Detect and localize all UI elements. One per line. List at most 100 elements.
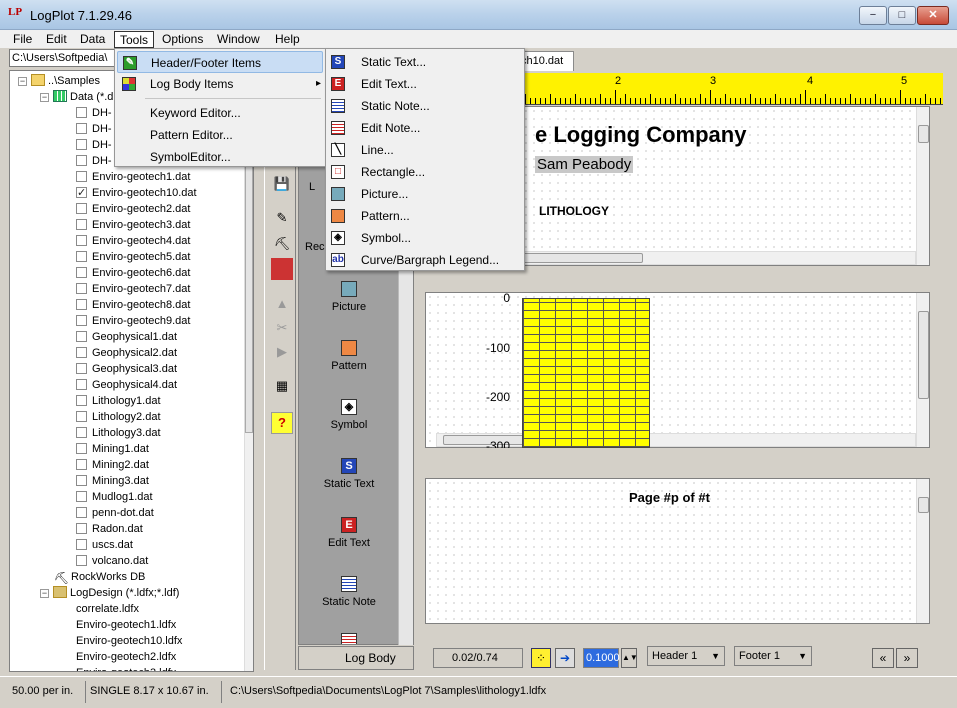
help-icon[interactable]: ? xyxy=(271,412,293,434)
menu-edit[interactable]: Edit xyxy=(41,31,72,48)
footer-vscrollbar[interactable] xyxy=(916,479,929,623)
file-checkbox[interactable] xyxy=(76,411,87,422)
file-checkbox[interactable] xyxy=(76,555,87,566)
file-checkbox[interactable] xyxy=(76,185,87,201)
tree-data-file[interactable]: Enviro-geotech10.dat xyxy=(76,185,197,201)
tree-data-file[interactable]: DH- xyxy=(76,105,112,121)
grid-toggle-icon[interactable]: ⁘ xyxy=(531,648,551,668)
file-checkbox[interactable] xyxy=(76,139,87,150)
tree-data-folder[interactable]: − Data (*.d xyxy=(40,89,113,105)
tree-data-file[interactable]: Lithology2.dat xyxy=(76,409,161,425)
tree-data-file[interactable]: Enviro-geotech5.dat xyxy=(76,249,190,265)
tree-data-file[interactable]: Enviro-geotech6.dat xyxy=(76,265,190,281)
file-checkbox[interactable] xyxy=(76,219,87,230)
file-checkbox[interactable] xyxy=(76,235,87,246)
scroll-thumb[interactable] xyxy=(918,497,929,513)
menu-tools[interactable]: Tools xyxy=(114,31,155,48)
menu-item-log-body[interactable]: Log Body Items ▸ xyxy=(117,73,323,95)
tree-data-file[interactable]: Enviro-geotech1.dat xyxy=(76,169,190,185)
edit-design-icon[interactable]: ✎ xyxy=(271,208,293,230)
file-checkbox[interactable] xyxy=(76,251,87,262)
file-checkbox[interactable] xyxy=(76,427,87,438)
menu-item-symbol-editor[interactable]: SymbolEditor... xyxy=(117,146,323,168)
tree-data-file[interactable]: volcano.dat xyxy=(76,553,148,569)
tree-data-file[interactable]: Geophysical2.dat xyxy=(76,345,177,361)
tree-design-file[interactable]: Enviro-geotech2.ldfx xyxy=(76,649,176,665)
submenu-item[interactable]: E Edit Text... xyxy=(328,73,522,95)
pickaxe-tool-icon[interactable]: ⛏ xyxy=(271,234,293,256)
tree-data-file[interactable]: Enviro-geotech3.dat xyxy=(76,217,190,233)
tree-data-file[interactable]: Geophysical1.dat xyxy=(76,329,177,345)
submenu-item[interactable]: Static Note... xyxy=(328,95,522,117)
tree-data-file[interactable]: Lithology1.dat xyxy=(76,393,161,409)
menu-item-keyword-editor[interactable]: Keyword Editor... xyxy=(117,102,323,124)
lithology-pattern-column[interactable] xyxy=(522,298,650,448)
file-checkbox[interactable] xyxy=(76,523,87,534)
submenu-item[interactable]: Pattern... xyxy=(328,205,522,227)
palette-item-static-text[interactable]: S Static Text xyxy=(299,458,399,490)
menu-window[interactable]: Window xyxy=(212,31,265,48)
tree-design-file[interactable]: Enviro-geotech1.ldfx xyxy=(76,617,176,633)
log-body-pane[interactable] xyxy=(425,292,930,448)
header-vscrollbar[interactable] xyxy=(916,107,929,265)
file-checkbox[interactable] xyxy=(76,443,87,454)
file-checkbox[interactable] xyxy=(76,123,87,134)
file-checkbox[interactable] xyxy=(76,395,87,406)
menu-item-pattern-editor[interactable]: Pattern Editor... xyxy=(117,124,323,146)
submenu-item[interactable]: S Static Text... xyxy=(328,51,522,73)
file-checkbox[interactable] xyxy=(76,331,87,342)
tree-data-file[interactable]: Enviro-geotech4.dat xyxy=(76,233,190,249)
tree-data-file[interactable]: Geophysical4.dat xyxy=(76,377,177,393)
zoom-field[interactable]: 0.1000 xyxy=(583,648,620,668)
submenu-item[interactable]: Picture... xyxy=(328,183,522,205)
file-checkbox[interactable] xyxy=(76,203,87,214)
menu-help[interactable]: Help xyxy=(270,31,305,48)
submenu-item[interactable]: ◈ Symbol... xyxy=(328,227,522,249)
tree-design-file[interactable]: Enviro-geotech3.ldfx xyxy=(76,665,176,671)
menu-item-header-footer[interactable]: ✎ Header/Footer Items xyxy=(117,51,323,73)
tree-rockworks-db[interactable]: ⛏ RockWorks DB xyxy=(54,569,145,585)
palette-item-picture[interactable]: Picture xyxy=(299,281,399,313)
palette-item-pattern[interactable]: Pattern xyxy=(299,340,399,372)
file-checkbox[interactable] xyxy=(76,459,87,470)
file-checkbox[interactable] xyxy=(76,507,87,518)
palette-item-static-note[interactable]: Static Note xyxy=(299,576,399,608)
file-checkbox[interactable] xyxy=(76,283,87,294)
tree-data-file[interactable]: DH- xyxy=(76,137,112,153)
tree-data-file[interactable]: penn-dot.dat xyxy=(76,505,154,521)
prev-page-button[interactable]: « xyxy=(872,648,894,668)
tree-data-file[interactable]: Enviro-geotech8.dat xyxy=(76,297,190,313)
file-checkbox[interactable] xyxy=(76,315,87,326)
scroll-thumb[interactable] xyxy=(918,125,929,143)
file-checkbox[interactable] xyxy=(76,299,87,310)
header-select[interactable]: Header 1 ▼ xyxy=(647,646,725,666)
file-checkbox[interactable] xyxy=(76,347,87,358)
tree-root[interactable]: − ..\Samples xyxy=(18,73,100,89)
tree-design-file[interactable]: Enviro-geotech10.ldfx xyxy=(76,633,182,649)
tree-data-file[interactable]: Radon.dat xyxy=(76,521,143,537)
submenu-item[interactable]: Edit Note... xyxy=(328,117,522,139)
tree-data-file[interactable]: Geophysical3.dat xyxy=(76,361,177,377)
minimize-button[interactable]: − xyxy=(859,6,887,25)
palette-item-edit-note[interactable] xyxy=(299,633,399,644)
arrow-right-icon[interactable]: ➔ xyxy=(555,648,575,668)
menu-file[interactable]: File xyxy=(8,31,37,48)
cut-icon[interactable]: ✂ xyxy=(271,318,293,340)
footer-select[interactable]: Footer 1 ▼ xyxy=(734,646,812,666)
path-field[interactable]: C:\Users\Softpedia\ xyxy=(9,49,117,67)
tree-data-file[interactable]: DH- xyxy=(76,153,112,169)
file-checkbox[interactable] xyxy=(76,171,87,182)
collapse-icon[interactable]: − xyxy=(18,77,27,86)
log-body-button[interactable]: Log Body xyxy=(298,646,414,670)
collapse-icon[interactable]: − xyxy=(40,93,49,102)
maximize-button[interactable]: □ xyxy=(888,6,916,25)
file-checkbox[interactable] xyxy=(76,379,87,390)
file-checkbox[interactable] xyxy=(76,363,87,374)
palette-item-edit-text[interactable]: E Edit Text xyxy=(299,517,399,549)
submenu-item[interactable]: ╲ Line... xyxy=(328,139,522,161)
next-page-button[interactable]: » xyxy=(896,648,918,668)
properties-icon[interactable]: ▦ xyxy=(271,376,293,398)
submenu-item[interactable]: ab Curve/Bargraph Legend... xyxy=(328,249,522,271)
header-name-field[interactable]: Sam Peabody xyxy=(535,156,634,173)
tree-data-file[interactable]: Mining3.dat xyxy=(76,473,149,489)
